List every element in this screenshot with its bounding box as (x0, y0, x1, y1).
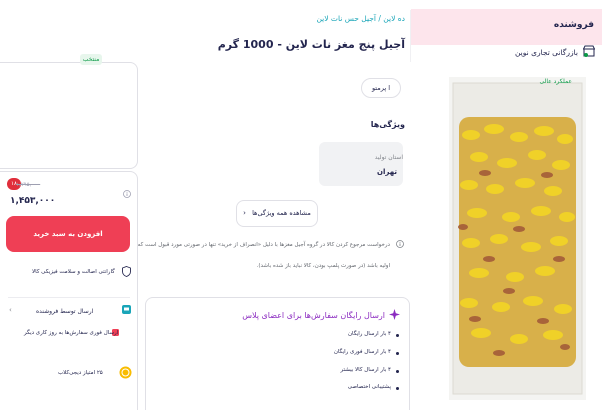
bullet-dot (396, 387, 399, 390)
shipping-title[interactable]: ارسال توسط فروشنده (36, 308, 93, 315)
shipping-express-text: ارسال فوری سفارش‌ها به روز کاری دیگر (24, 330, 119, 336)
bullet-dot (396, 370, 399, 373)
price-info-icon[interactable] (123, 190, 131, 198)
header-divider (410, 10, 411, 62)
feature-card (319, 142, 403, 186)
plus-shipping-title[interactable]: ارسال رایگان سفارش‌ها برای اعضای پلاس (242, 311, 385, 320)
price: ۱,۴۵۳,۰۰۰ (10, 196, 56, 206)
coin-icon (119, 366, 132, 379)
seller-card (0, 62, 138, 169)
add-to-cart-button[interactable]: افزودن به سبد خرید (6, 216, 130, 252)
seller-name[interactable]: بازرگانی تجاری نوین (515, 48, 578, 57)
old-price: ۱,۷۹۵,۰۰۰ (16, 182, 41, 188)
shield-icon (122, 266, 131, 277)
sparkle-icon (389, 309, 400, 320)
feature-label: استان تولید (374, 154, 403, 161)
bullet-dot (396, 334, 399, 337)
chevron-right-icon[interactable]: › (9, 306, 12, 314)
truck-icon (122, 305, 131, 314)
chevron-left-icon: ‹ (243, 209, 246, 217)
return-note-line-1: درخواست مرجوع کردن کالا در گروه آجیل مغز… (103, 242, 390, 248)
features-title: ویژگی‌ها (370, 120, 405, 129)
bullet-dot (396, 352, 399, 355)
plus-benefit-item: ۴ بار ارسال رایگان (347, 331, 391, 337)
feature-value: تهران (377, 168, 397, 176)
seller-performance: عملکرد عالی (539, 78, 572, 85)
divider (8, 297, 130, 298)
seller-badge: منتخب (80, 54, 102, 65)
seller-title: فروشنده (553, 20, 594, 30)
product-title: آجیل پنج مغز نات لاین - 1000 گرم (217, 38, 405, 51)
return-note-line-2: اولیه باشد (در صورت پلمپ بودن، کالا نبای… (256, 263, 390, 269)
club-points: ۲۵ امتیاز دیجی‌کلاب (58, 370, 103, 376)
all-features-label: مشاهده همه ویژگی‌ها (252, 209, 311, 217)
plus-benefit-item: پشتیبانی اختصاصی (347, 384, 391, 390)
breadcrumb[interactable]: ده لاین / آجیل حس نات لاین (316, 14, 405, 23)
shop-icon (583, 45, 595, 57)
plus-benefit-item: ۴ بار ارسال فوری رایگان (333, 349, 391, 355)
all-features-button[interactable]: مشاهده همه ویژگی‌ها ‹ (236, 200, 318, 227)
plus-benefit-item: ۴ بار ارسال کالا بیشتر (340, 367, 391, 373)
product-image[interactable] (449, 77, 586, 400)
info-icon (396, 240, 404, 248)
guarantee-text: گارانتی اصالت و سلامت فیزیکی کالا (32, 269, 115, 275)
brand-chip[interactable]: ا پرمتو (361, 78, 401, 98)
